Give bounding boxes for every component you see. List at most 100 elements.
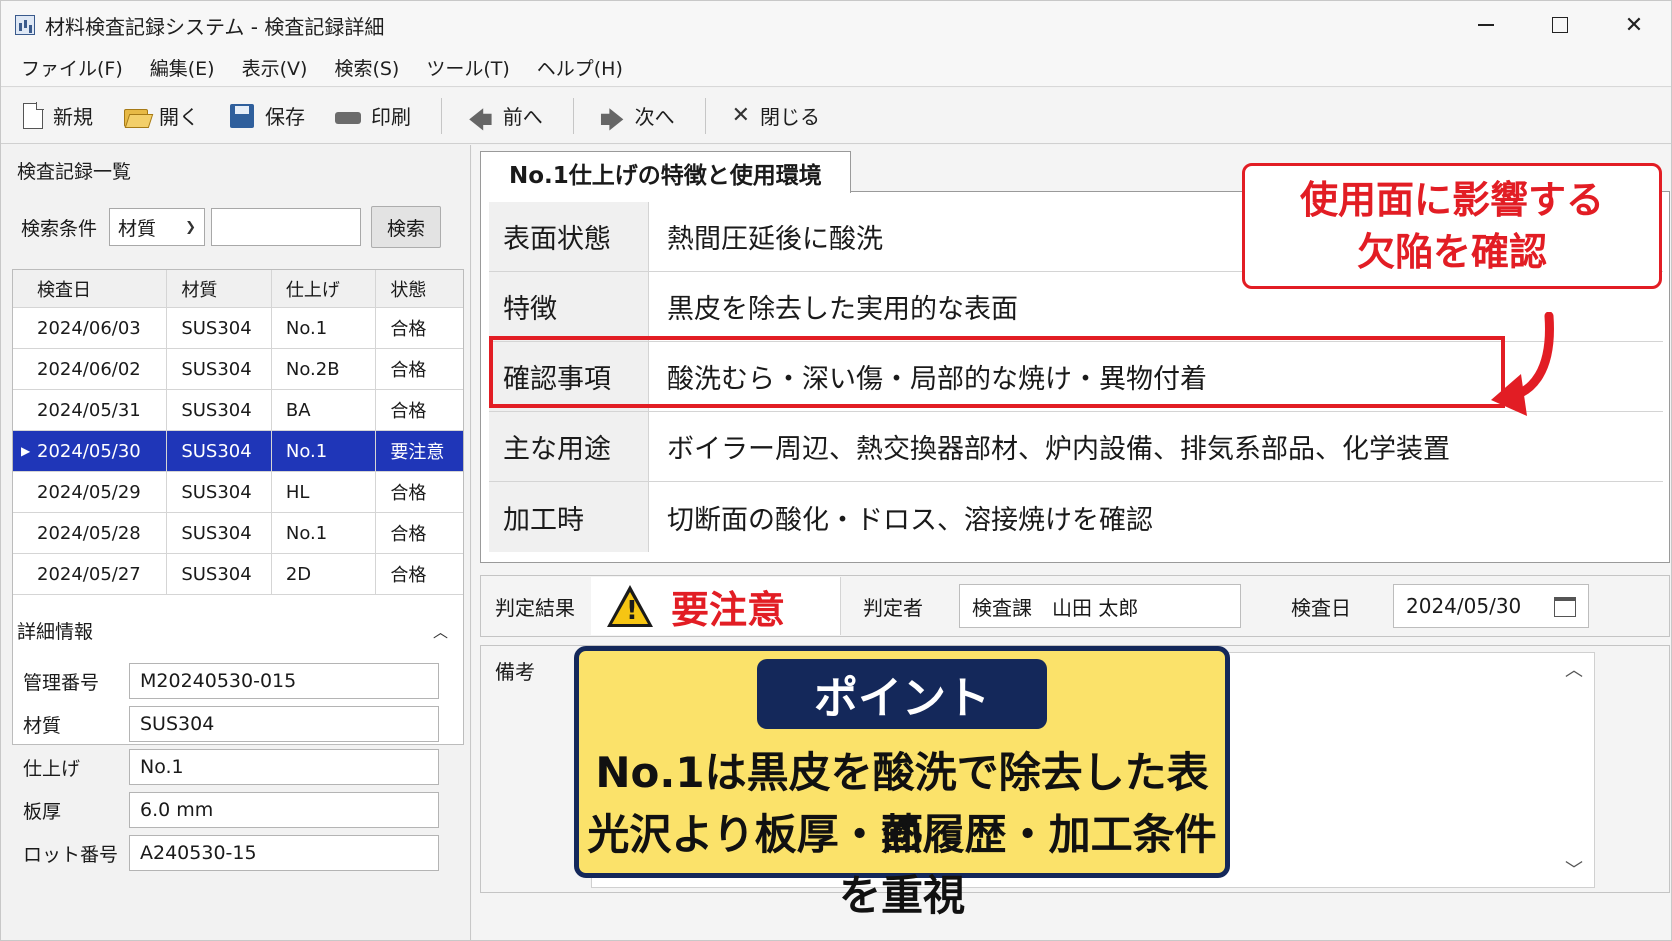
- menu-file[interactable]: ファイル(F): [21, 54, 123, 81]
- detail-row-material: 材質 SUS304: [23, 706, 443, 742]
- maximize-icon: [1552, 17, 1568, 33]
- open-button[interactable]: 開く: [123, 101, 199, 130]
- close-x-icon: ✕: [731, 102, 751, 128]
- close-window-button[interactable]: ✕: [1597, 1, 1671, 49]
- records-title: 検査記録一覧: [17, 161, 132, 183]
- next-label: 次へ: [634, 105, 675, 129]
- column-header-finish[interactable]: 仕上げ: [272, 270, 377, 307]
- judge-field[interactable]: 検査課 山田 太郎: [959, 584, 1241, 628]
- menu-tools[interactable]: ツール(T): [426, 54, 509, 81]
- cell-status: 合格: [390, 401, 427, 422]
- detail-label: ロット番号: [23, 843, 119, 866]
- cell-date-selected: ▶ 2024/05/30: [13, 431, 168, 471]
- cell-status: 要注意: [390, 442, 445, 463]
- cell-material: SUS304: [167, 308, 272, 348]
- property-key: 表面状態: [489, 202, 649, 271]
- cell-finish: No.1: [272, 513, 377, 553]
- save-label: 保存: [265, 105, 305, 129]
- window-title: 材料検査記録システム - 検査記録詳細: [45, 14, 385, 39]
- menu-bar: ファイル(F) 編集(E) 表示(V) 検索(S) ツール(T) ヘルプ(H): [1, 49, 1671, 87]
- next-button[interactable]: 🡆 次へ: [600, 101, 675, 134]
- detail-panel: No.1仕上げの特徴と使用環境 表面状態 熱間圧延後に酸洗 特徴 黒皮を除去した…: [472, 145, 1671, 940]
- column-header-status[interactable]: 状態: [376, 270, 463, 307]
- scroll-up-icon[interactable]: ︿: [1565, 656, 1583, 682]
- table-row[interactable]: 2024/06/02 SUS304 No.2B 合格: [13, 349, 463, 390]
- remarks-panel: 備考 ︿ ﹀ ポイント No.1は黒皮を酸洗で除去した表面 光沢より板厚・熱履歴…: [480, 645, 1670, 920]
- point-line-2: 光沢より板厚・熱履歴・加工条件を重視: [587, 810, 1217, 920]
- property-key: 加工時: [489, 482, 649, 552]
- save-button[interactable]: 保存: [229, 101, 305, 130]
- scroll-down-icon[interactable]: ﹀: [1565, 856, 1583, 882]
- chevron-down-icon: ❯: [185, 219, 197, 235]
- table-row[interactable]: 2024/05/27 SUS304 2D 合格: [13, 554, 463, 595]
- lot-number-field[interactable]: A240530-15: [129, 835, 439, 871]
- row-selector-triangle-icon: ▶: [21, 444, 31, 458]
- detail-row-control-number: 管理番号 M20240530-015: [23, 663, 443, 699]
- search-input[interactable]: [211, 208, 362, 246]
- cell-finish: No.2B: [272, 349, 377, 389]
- finish-field[interactable]: No.1: [129, 749, 439, 785]
- material-field[interactable]: SUS304: [129, 706, 439, 742]
- close-button[interactable]: ✕ 閉じる: [732, 101, 820, 130]
- detail-title: 詳細情報: [17, 621, 94, 643]
- property-key: 特徴: [489, 272, 649, 341]
- toolbar-divider: [572, 97, 574, 134]
- maximize-button[interactable]: [1523, 1, 1597, 49]
- thickness-field[interactable]: 6.0 mm: [129, 792, 439, 828]
- cell-date: 2024/06/02: [13, 349, 168, 389]
- menu-search[interactable]: 検索(S): [334, 54, 399, 81]
- table-row[interactable]: 2024/06/03 SUS304 No.1 合格: [13, 308, 463, 349]
- tab-finish-characteristics[interactable]: No.1仕上げの特徴と使用環境: [480, 151, 851, 193]
- cell-status: 合格: [390, 319, 427, 340]
- cell-date: 2024/05/28: [13, 513, 168, 553]
- column-header-material[interactable]: 材質: [167, 270, 272, 307]
- cell-date: 2024/06/03: [13, 308, 168, 348]
- date-field[interactable]: 2024/05/30: [1393, 584, 1589, 628]
- highlight-box: [489, 336, 1505, 408]
- new-button[interactable]: 新規: [23, 101, 93, 130]
- calendar-icon[interactable]: [1554, 597, 1576, 617]
- result-display: ! 要注意: [591, 577, 841, 635]
- new-label: 新規: [53, 105, 93, 129]
- minimize-icon: [1478, 24, 1494, 26]
- control-number-field[interactable]: M20240530-015: [129, 663, 439, 699]
- callout-line-2: 欠陥を確認: [1356, 230, 1547, 274]
- menu-help[interactable]: ヘルプ(H): [537, 54, 623, 81]
- search-field-select[interactable]: 材質 ❯: [109, 208, 206, 246]
- cell-status: 合格: [390, 565, 427, 586]
- column-header-date[interactable]: 検査日: [13, 270, 168, 307]
- title-bar: 材料検査記録システム - 検査記録詳細 ✕: [1, 1, 1671, 49]
- menu-view[interactable]: 表示(V): [242, 54, 308, 81]
- prev-button[interactable]: 🡄 前へ: [468, 101, 543, 134]
- window-controls: ✕: [1449, 1, 1671, 49]
- property-row: 加工時 切断面の酸化・ドロス、溶接焼けを確認: [489, 482, 1663, 552]
- cell-material: SUS304: [167, 390, 272, 430]
- chevron-up-icon[interactable]: ︿: [433, 621, 448, 642]
- date-value: 2024/05/30: [1406, 594, 1522, 618]
- detail-row-finish: 仕上げ No.1: [23, 749, 443, 785]
- print-button[interactable]: 印刷: [335, 101, 411, 130]
- result-label: 判定結果: [495, 595, 575, 620]
- table-row[interactable]: 2024/05/28 SUS304 No.1 合格: [13, 513, 463, 554]
- callout-line-1: 使用面に影響する: [1299, 178, 1604, 222]
- detail-label: 材質: [23, 714, 62, 737]
- app-chart-icon: [15, 15, 35, 35]
- callout-arrow-icon: [1491, 312, 1554, 416]
- menu-edit[interactable]: 編集(E): [150, 54, 215, 81]
- cell-finish: HL: [272, 472, 377, 512]
- table-row-selected[interactable]: ▶ 2024/05/30 SUS304 No.1 要注意: [13, 431, 463, 472]
- remarks-label: 備考: [495, 660, 535, 684]
- cell-status: 合格: [390, 483, 427, 504]
- table-row[interactable]: 2024/05/29 SUS304 HL 合格: [13, 472, 463, 513]
- folder-open-icon: [123, 103, 149, 129]
- minimize-button[interactable]: [1449, 1, 1523, 49]
- detail-label: 管理番号: [23, 671, 100, 694]
- search-button[interactable]: 検索: [371, 206, 442, 248]
- point-callout: ポイント No.1は黒皮を酸洗で除去した表面 光沢より板厚・熱履歴・加工条件を重…: [574, 646, 1230, 920]
- result-value: 要注意: [671, 587, 786, 632]
- grid-header: 検査日 材質 仕上げ 状態: [13, 270, 463, 308]
- close-icon: ✕: [1624, 12, 1644, 38]
- property-value: 切断面の酸化・ドロス、溶接焼けを確認: [667, 504, 1153, 536]
- point-badge: ポイント: [757, 659, 1047, 729]
- table-row[interactable]: 2024/05/31 SUS304 BA 合格: [13, 390, 463, 431]
